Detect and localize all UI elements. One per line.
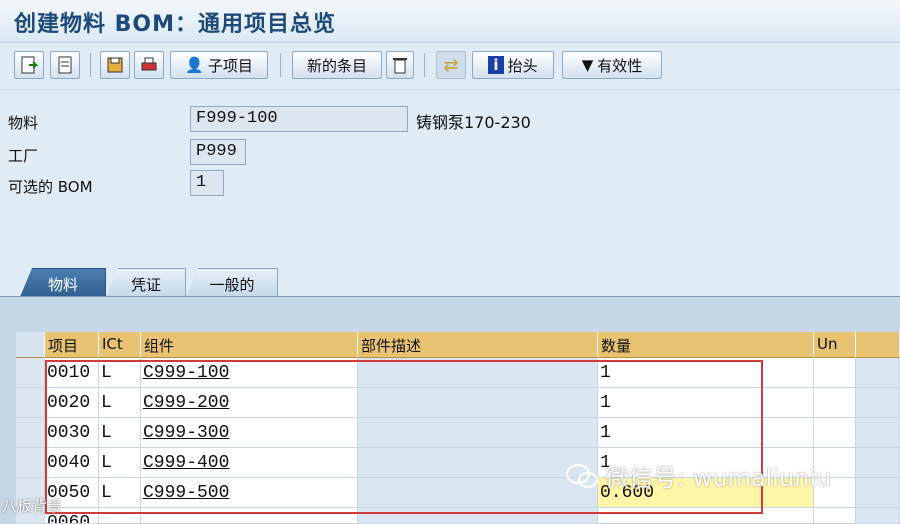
toolbar-separator [424, 53, 425, 77]
table-cell-ict[interactable]: L [99, 388, 141, 418]
tab-general[interactable]: 一般的 [186, 268, 278, 297]
column-header-quantity[interactable]: 数量 [598, 332, 814, 358]
material-description: 铸钢泵170-230 [416, 113, 531, 132]
row-selector[interactable] [16, 358, 45, 388]
title-bar: 创建物料 BOM：通用项目总览 [0, 0, 900, 43]
column-header-ict[interactable]: ICt [99, 332, 141, 358]
table-cell-component[interactable]: C999-400 [141, 448, 358, 478]
validity-button[interactable]: ▼ 有效性 [562, 51, 662, 79]
watermark-secondary: 八板背景 [2, 497, 63, 515]
table-cell-ict[interactable]: L [99, 418, 141, 448]
print-button[interactable] [134, 51, 164, 79]
table-cell-ict[interactable] [99, 508, 141, 523]
table-cell-extra [856, 358, 900, 388]
alt-bom-field[interactable]: 1 [190, 170, 224, 196]
table-cell-unit[interactable] [814, 508, 856, 523]
table-cell-item[interactable]: 0030 [45, 418, 99, 448]
column-header-extra [856, 332, 900, 358]
table-cell-extra [856, 448, 900, 478]
watermark-text: 微信号: wumaliuniu [605, 464, 832, 492]
table-cell-description [358, 508, 598, 523]
table-cell-extra [856, 418, 900, 448]
document-icon [58, 56, 72, 74]
table-cell-unit[interactable] [814, 418, 856, 448]
row-selector[interactable] [16, 448, 45, 478]
table-cell-item[interactable]: 0010 [45, 358, 99, 388]
table-cell-item[interactable]: 0040 [45, 448, 99, 478]
table-cell-quantity[interactable]: 1 [598, 358, 814, 388]
column-header-description[interactable]: 部件描述 [358, 332, 598, 358]
table-cell-ict[interactable]: L [99, 358, 141, 388]
table-cell-extra [856, 388, 900, 418]
info-icon: i [488, 56, 504, 74]
table-cell-description [358, 358, 598, 388]
header-label: 抬头 [507, 56, 538, 75]
component-table: 项目 ICt 组件 部件描述 数量 Un 0010 L C999-100 1 0… [16, 332, 900, 523]
table-cell-description [358, 388, 598, 418]
table-cell-ict[interactable]: L [99, 448, 141, 478]
toolbar-separator [280, 53, 281, 77]
delete-icon [393, 58, 407, 74]
page-title: 创建物料 BOM：通用项目总览 [14, 12, 337, 37]
table-cell-quantity[interactable] [598, 508, 814, 523]
execute-icon [21, 56, 38, 74]
table-cell-description [358, 478, 598, 508]
tab-strip: 物料 凭证 一般的 [0, 265, 900, 297]
new-items-label: 新的条目 [306, 56, 367, 75]
table-cell-description [358, 418, 598, 448]
table-cell-unit[interactable] [814, 358, 856, 388]
table-cell-description [358, 448, 598, 478]
toolbar-separator [90, 53, 91, 77]
delete-button[interactable] [386, 51, 414, 79]
alt-bom-label: 可选的 BOM [8, 178, 93, 196]
plant-field[interactable]: P999 [190, 139, 246, 165]
tab-material[interactable]: 物料 [20, 268, 106, 297]
refresh-icon: ⇄ [443, 54, 459, 76]
table-cell-extra [856, 508, 900, 523]
filter-icon: ▼ [581, 56, 594, 74]
child-item-button[interactable]: 👤 子项目 [170, 51, 268, 79]
table-cell-component[interactable]: C999-500 [141, 478, 358, 508]
child-item-label: 子项目 [207, 56, 253, 75]
row-select-all[interactable] [16, 332, 45, 358]
table-cell-extra [856, 478, 900, 508]
refresh-button[interactable]: ⇄ [436, 51, 466, 79]
user-icon: 👤 [185, 56, 204, 74]
table-cell-unit[interactable] [814, 388, 856, 418]
table-cell-component[interactable] [141, 508, 358, 523]
table-cell-ict[interactable]: L [99, 478, 141, 508]
material-label: 物料 [8, 114, 39, 132]
column-header-unit[interactable]: Un [814, 332, 856, 358]
table-cell-component[interactable]: C999-300 [141, 418, 358, 448]
wechat-icon [566, 463, 598, 488]
table-cell-component[interactable]: C999-100 [141, 358, 358, 388]
execute-button[interactable] [14, 51, 44, 79]
print-icon [141, 57, 157, 71]
material-field[interactable]: F999-100 [190, 106, 408, 132]
validity-label: 有效性 [597, 56, 643, 75]
save-button[interactable] [100, 51, 130, 79]
table-cell-quantity[interactable]: 1 [598, 388, 814, 418]
watermark: 微信号: wumaliuniu [565, 458, 831, 493]
application-toolbar: 👤 子项目 新的条目 ⇄ i 抬头 ▼ 有效性 [0, 43, 900, 90]
document-button[interactable] [50, 51, 80, 79]
save-icon [107, 57, 123, 73]
column-header-item[interactable]: 项目 [45, 332, 99, 358]
table-cell-component[interactable]: C999-200 [141, 388, 358, 418]
row-selector[interactable] [16, 418, 45, 448]
table-cell-item[interactable]: 0020 [45, 388, 99, 418]
plant-label: 工厂 [8, 147, 39, 165]
row-selector[interactable] [16, 388, 45, 418]
table-cell-quantity[interactable]: 1 [598, 418, 814, 448]
column-header-component[interactable]: 组件 [141, 332, 358, 358]
tab-document[interactable]: 凭证 [106, 268, 186, 297]
new-items-button[interactable]: 新的条目 [292, 51, 382, 79]
header-button[interactable]: i 抬头 [472, 51, 554, 79]
